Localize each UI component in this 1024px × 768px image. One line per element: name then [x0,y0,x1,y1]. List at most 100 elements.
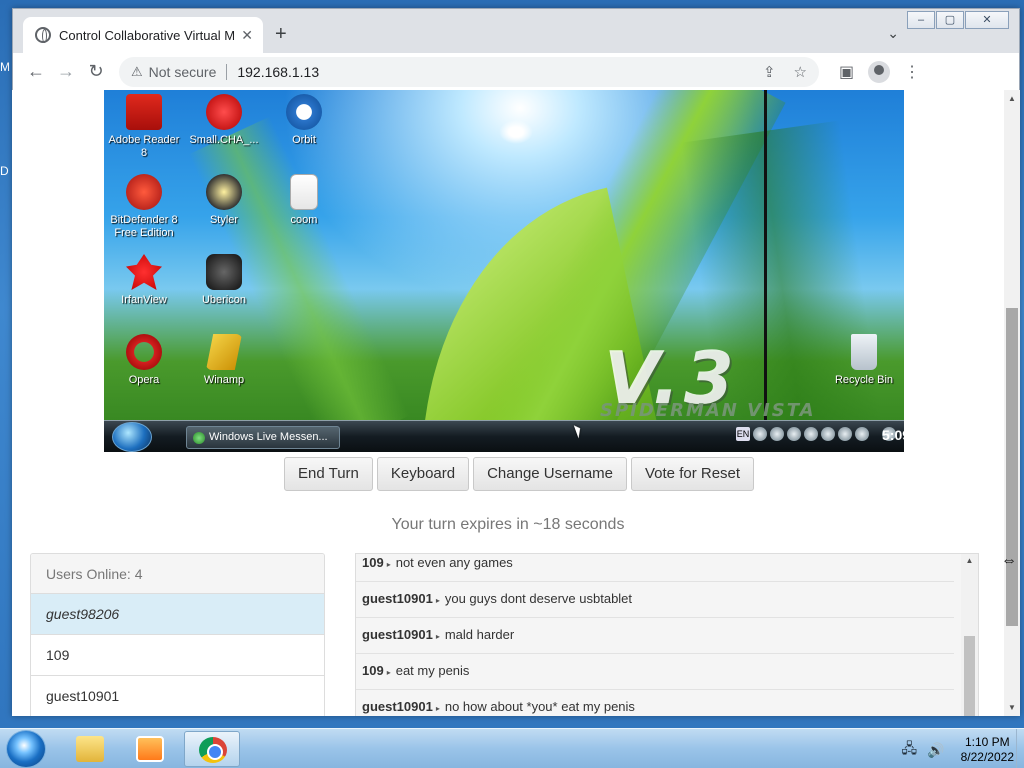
ubericon-icon [206,254,242,290]
chat-username: guest10901 [362,627,433,642]
folder-icon [76,736,104,762]
chat-scrollbar-thumb[interactable] [964,636,975,716]
page-viewport: V.3 SPIDERMAN VISTA Adobe Reader 8 Small… [12,8,1020,716]
tray-icon[interactable] [855,427,869,441]
desktop-icon[interactable]: Small.CHA_... [184,94,264,147]
change-username-button[interactable]: Change Username [473,457,627,491]
desktop-edge-text: M [0,60,10,74]
media-player-icon [136,736,164,762]
resize-cursor-icon: ⇔ [1001,552,1017,569]
desktop-icon-label: Recycle Bin [834,374,894,386]
chat-username: 109 [362,555,384,570]
tray-icon[interactable] [753,427,767,441]
user-list-item[interactable]: guest98206 [31,594,324,635]
orbit-icon [286,94,322,130]
desktop-icon-label: Winamp [203,374,245,386]
chat-username: 109 [362,663,384,678]
desktop-icon[interactable]: IrfanView [104,254,184,307]
desktop-icon[interactable]: Orbit [264,94,344,147]
vm-screen[interactable]: V.3 SPIDERMAN VISTA Adobe Reader 8 Small… [104,90,904,452]
desktop-icon-label: IrfanView [121,294,167,306]
chat-username: guest10901 [362,591,433,606]
taskbar-app-media-player[interactable] [122,731,178,767]
system-tray: 🖧 🔊 1:10 PM 8/22/2022 [902,735,1014,765]
chat-message: guest10901 ▸ no how about *you* eat my pen… [356,690,954,716]
end-turn-button[interactable]: End Turn [284,457,373,491]
scroll-up-arrow-icon[interactable]: ▲ [1004,94,1020,103]
chat-panel[interactable]: 109 ▸ not even any games guest10901 ▸ you gu… [355,553,979,716]
virus-icon [206,94,242,130]
chat-arrow-icon: ▸ [435,704,440,713]
scroll-up-arrow-icon[interactable]: ▲ [961,556,978,565]
tray-icon[interactable] [821,427,835,441]
chat-text: mald harder [444,627,515,642]
chat-message: guest10901 ▸ you guys dont deserve usbtabl… [356,582,954,618]
clock-time: 1:10 PM [964,735,1010,749]
keyboard-button[interactable]: Keyboard [376,457,470,491]
vm-taskbar: Windows Live Messen... EN 5:09 [104,420,904,452]
desktop-icon[interactable]: Winamp [184,334,264,387]
text-file-icon [290,174,318,210]
desktop-icon[interactable]: coom [264,174,344,227]
users-online-header: Users Online: 4 [31,554,324,594]
desktop-icon[interactable]: Styler [184,174,264,227]
desktop-icon-label: Opera [128,374,160,386]
winamp-icon [206,334,242,370]
taskbar-app-chrome[interactable] [184,731,240,767]
wallpaper-stripe [764,90,767,420]
bitdefender-icon [126,174,162,210]
desktop-icon[interactable]: Recycle Bin [824,334,904,387]
web-page: V.3 SPIDERMAN VISTA Adobe Reader 8 Small… [12,90,1004,716]
taskbar-app-explorer[interactable] [62,731,118,767]
network-icon[interactable]: 🖧 [902,738,918,762]
chat-message: guest10901 ▸ mald harder [356,618,954,654]
system-clock[interactable]: 1:10 PM 8/22/2022 [961,735,1014,765]
tray-icon[interactable] [838,427,852,441]
chat-scrollbar[interactable]: ▲ [961,554,978,716]
start-orb-icon[interactable] [6,730,46,768]
desktop-icon[interactable]: Adobe Reader 8 [104,94,184,160]
chrome-icon [199,737,227,763]
desktop-icon-label: Orbit [292,134,316,146]
chat-arrow-icon: ▸ [435,596,440,605]
desktop-icon[interactable]: Opera [104,334,184,387]
styler-icon [206,174,242,210]
page-scrollbar[interactable]: ▲ ▼ [1004,90,1020,716]
opera-icon [126,334,162,370]
chat-arrow-icon: ▸ [386,560,391,569]
clock-date: 8/22/2022 [960,750,1014,764]
wallpaper-light [499,120,533,144]
vm-system-tray: EN 5:09 [736,427,904,443]
vm-start-orb-icon[interactable] [112,422,152,452]
chat-text: eat my penis [395,663,470,678]
language-indicator[interactable]: EN [736,427,750,441]
user-list-item[interactable]: guest10901 [31,676,324,716]
desktop-icon[interactable]: Ubericon [184,254,264,307]
vote-for-reset-button[interactable]: Vote for Reset [631,457,755,491]
turn-timer-message: Your turn expires in ~18 seconds [391,516,625,533]
tray-icon[interactable] [804,427,818,441]
chat-username: guest10901 [362,699,433,714]
adobe-reader-icon [126,94,162,130]
tray-icon[interactable] [787,427,801,441]
desktop-icon-label: coom [290,214,318,226]
chat-text: you guys dont deserve usbtablet [444,591,633,606]
windows-taskbar: 🖧 🔊 1:10 PM 8/22/2022 [0,728,1024,768]
vm-taskbar-button[interactable]: Windows Live Messen... [186,426,340,449]
volume-icon[interactable]: 🔊 [927,742,944,759]
chat-text: no how about *you* eat my penis [444,699,635,714]
tray-icon[interactable] [770,427,784,441]
chat-arrow-icon: ▸ [435,632,440,641]
desktop-icon[interactable]: BitDefender 8 Free Edition [104,174,184,240]
show-desktop-button[interactable] [1016,729,1024,768]
page-scrollbar-thumb[interactable] [1006,308,1018,626]
chat-arrow-icon: ▸ [386,668,391,677]
chat-message: 109 ▸ eat my penis [356,654,954,690]
chat-text: not even any games [395,555,513,570]
desktop-edge-text: D [0,164,9,178]
recycle-bin-icon [851,334,877,370]
scroll-down-arrow-icon[interactable]: ▼ [1004,703,1020,712]
irfanview-icon [126,254,162,290]
user-list-item[interactable]: 109 [31,635,324,676]
users-online-panel: Users Online: 4 guest98206 109 guest1090… [30,553,325,716]
